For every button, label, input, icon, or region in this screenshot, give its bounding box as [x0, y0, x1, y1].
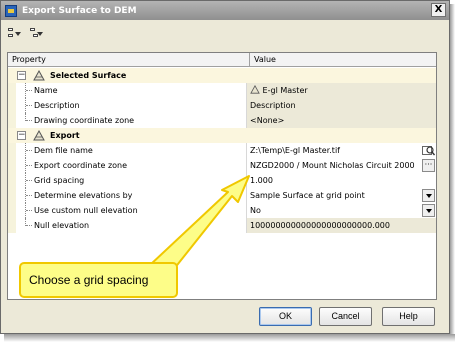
- grid-header: Property Value: [8, 53, 436, 67]
- property-row-description[interactable]: Description Description: [8, 98, 436, 113]
- export-zone-field[interactable]: NZGD2000 / Mount Nicholas Circuit 2000 ·…: [247, 158, 436, 173]
- window-shadow-right: [450, 4, 455, 337]
- chevron-down-icon[interactable]: [422, 204, 435, 217]
- property-label: Name: [34, 86, 58, 95]
- property-label: Null elevation: [34, 221, 90, 230]
- property-row-null-elevation[interactable]: Null elevation 100000000000000000000000.…: [8, 218, 436, 233]
- property-label: Description: [34, 101, 80, 110]
- surface-icon: [33, 70, 45, 81]
- help-button[interactable]: Help: [382, 307, 435, 326]
- property-row-dem-file[interactable]: Dem file name Z:\Temp\E-gl Master.tif: [8, 143, 436, 158]
- window-title: Export Surface to DEM: [22, 5, 137, 16]
- property-label: Dem file name: [34, 146, 93, 155]
- category-selected-surface[interactable]: − Selected Surface: [8, 68, 436, 83]
- property-row-grid-spacing[interactable]: Grid spacing 1.000: [8, 173, 436, 188]
- grid-spacing-input[interactable]: 1.000: [247, 173, 436, 188]
- ellipsis-button[interactable]: ···: [422, 159, 435, 172]
- column-header-property[interactable]: Property: [12, 55, 46, 64]
- property-label: Determine elevations by: [34, 191, 133, 200]
- property-value: <None>: [247, 113, 436, 128]
- property-label: Use custom null elevation: [34, 206, 138, 215]
- category-label: Selected Surface: [50, 71, 127, 80]
- collapse-icon[interactable]: −: [17, 131, 26, 140]
- category-export[interactable]: − Export: [8, 128, 436, 143]
- toggle-alphabetic-icon[interactable]: [29, 27, 43, 41]
- cancel-button[interactable]: Cancel: [319, 307, 372, 326]
- chevron-down-icon[interactable]: [422, 189, 435, 202]
- dem-file-field[interactable]: Z:\Temp\E-gl Master.tif: [247, 143, 436, 158]
- determine-elevations-select[interactable]: Sample Surface at grid point: [247, 188, 436, 203]
- property-label: Export coordinate zone: [34, 161, 128, 170]
- property-row-determine-elevations[interactable]: Determine elevations by Sample Surface a…: [8, 188, 436, 203]
- property-label: Grid spacing: [34, 176, 85, 185]
- browse-icon[interactable]: [422, 144, 435, 157]
- null-elevation-value: 100000000000000000000000.000: [247, 218, 436, 233]
- window-shadow-bottom: [4, 334, 455, 342]
- custom-null-select[interactable]: No: [247, 203, 436, 218]
- title-bar[interactable]: Export Surface to DEM X: [1, 1, 449, 20]
- column-header-value[interactable]: Value: [254, 55, 276, 64]
- property-value: Description: [247, 98, 436, 113]
- annotation-callout: Choose a grid spacing: [19, 262, 178, 298]
- property-toolbar: [7, 26, 43, 42]
- property-row-drawing-zone[interactable]: Drawing coordinate zone <None>: [8, 113, 436, 128]
- property-row-export-zone[interactable]: Export coordinate zone NZGD2000 / Mount …: [8, 158, 436, 173]
- ok-button[interactable]: OK: [259, 307, 312, 326]
- toggle-categorized-icon[interactable]: [7, 27, 21, 41]
- close-button[interactable]: X: [431, 3, 446, 17]
- app-icon: [5, 4, 17, 17]
- surface-icon: [250, 84, 260, 94]
- collapse-icon[interactable]: −: [17, 71, 26, 80]
- property-label: Drawing coordinate zone: [34, 116, 135, 125]
- property-value: E-gl Master: [247, 83, 436, 98]
- property-row-custom-null[interactable]: Use custom null elevation No: [8, 203, 436, 218]
- property-row-name[interactable]: Name E-gl Master: [8, 83, 436, 98]
- category-label: Export: [50, 131, 80, 140]
- export-icon: [33, 130, 45, 141]
